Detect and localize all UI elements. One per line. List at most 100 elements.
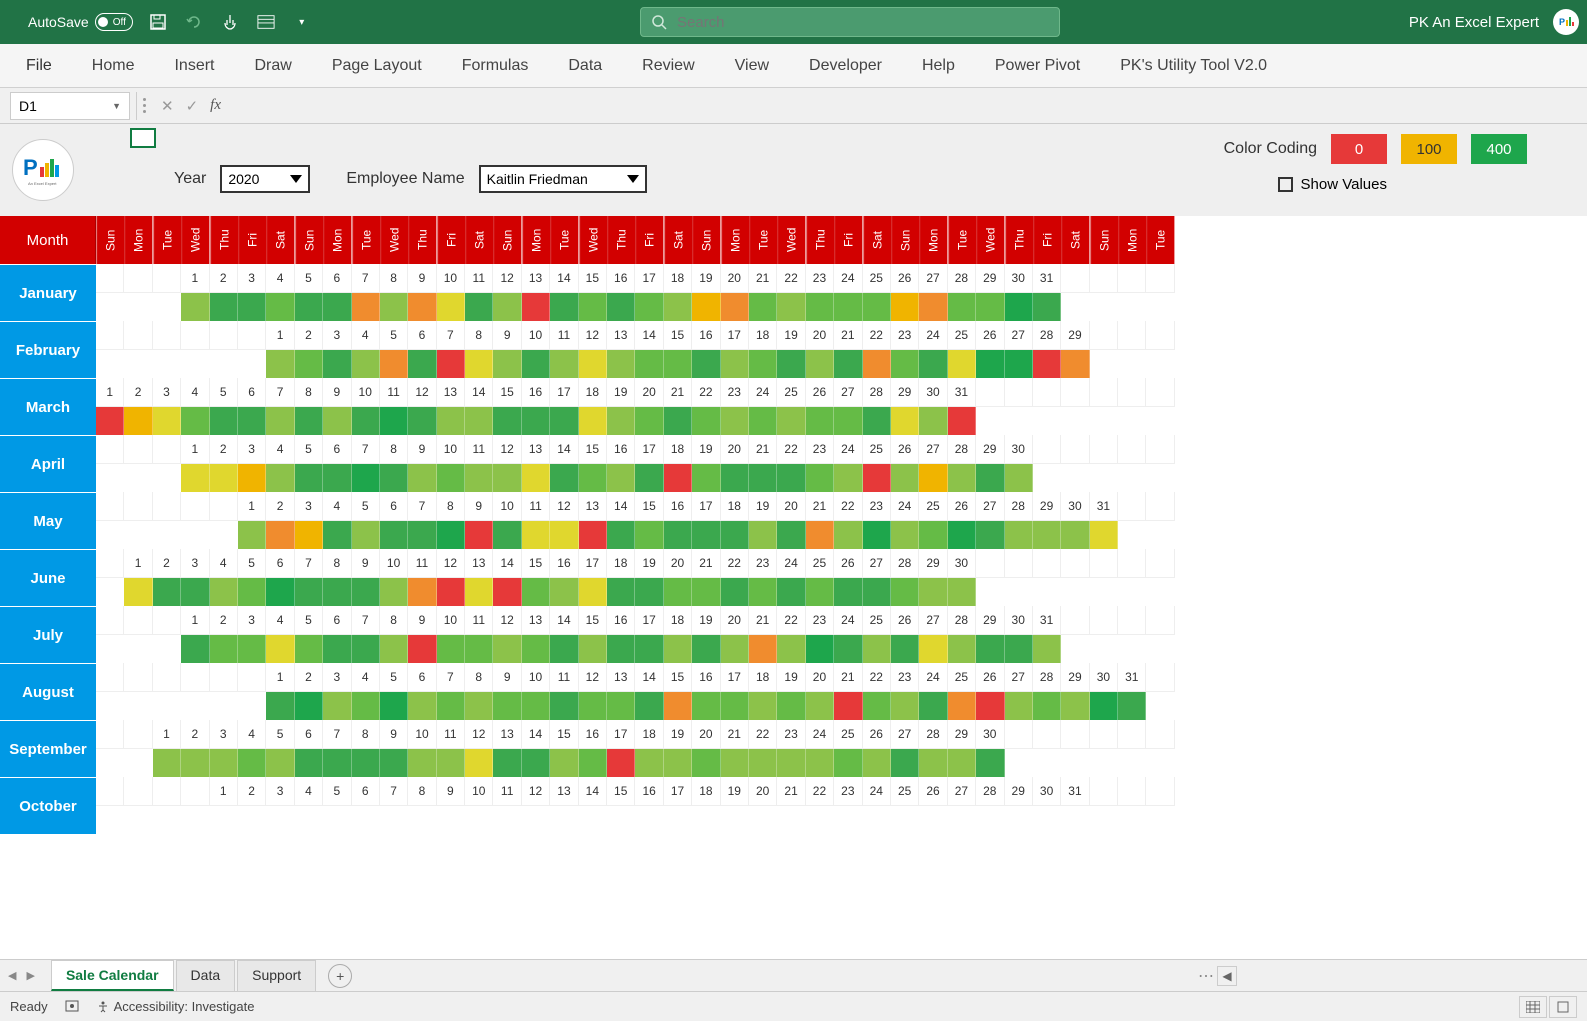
day-cell[interactable]: [295, 749, 323, 778]
day-cell[interactable]: [408, 293, 436, 322]
day-cell[interactable]: [380, 521, 408, 550]
day-number[interactable]: [1090, 720, 1118, 749]
day-cell[interactable]: [323, 407, 351, 436]
day-cell[interactable]: [806, 407, 834, 436]
day-cell[interactable]: [465, 350, 493, 379]
day-cell[interactable]: [749, 293, 777, 322]
day-cell[interactable]: [664, 635, 692, 664]
day-number[interactable]: 30: [948, 549, 976, 578]
day-cell[interactable]: [210, 350, 238, 379]
day-number[interactable]: 4: [323, 492, 351, 521]
day-number[interactable]: 16: [607, 264, 635, 293]
day-number[interactable]: 16: [692, 663, 720, 692]
day-cell[interactable]: [664, 806, 692, 835]
day-number[interactable]: 26: [919, 777, 947, 806]
day-cell[interactable]: [579, 521, 607, 550]
day-cell[interactable]: [124, 464, 152, 493]
day-cell[interactable]: [891, 806, 919, 835]
day-number[interactable]: 4: [238, 720, 266, 749]
day-number[interactable]: 30: [1061, 492, 1089, 521]
day-number[interactable]: 3: [295, 492, 323, 521]
day-number[interactable]: 6: [408, 663, 436, 692]
day-number[interactable]: [96, 264, 124, 293]
day-number[interactable]: [1005, 720, 1033, 749]
day-cell[interactable]: [777, 635, 805, 664]
day-cell[interactable]: [664, 692, 692, 721]
day-number[interactable]: 27: [919, 435, 947, 464]
day-cell[interactable]: [1146, 692, 1174, 721]
add-sheet-button[interactable]: +: [328, 964, 352, 988]
tab-prev-icon[interactable]: ◀: [4, 965, 20, 986]
day-cell[interactable]: [124, 806, 152, 835]
day-cell[interactable]: [806, 806, 834, 835]
day-cell[interactable]: [834, 749, 862, 778]
day-cell[interactable]: [891, 464, 919, 493]
day-cell[interactable]: [579, 578, 607, 607]
day-number[interactable]: 20: [664, 549, 692, 578]
day-cell[interactable]: [1118, 407, 1146, 436]
day-number[interactable]: 13: [607, 321, 635, 350]
day-cell[interactable]: [181, 407, 209, 436]
day-cell[interactable]: [1005, 578, 1033, 607]
day-cell[interactable]: [522, 464, 550, 493]
day-cell[interactable]: [891, 692, 919, 721]
day-cell[interactable]: [1061, 350, 1089, 379]
sheet-tab-sale-calendar[interactable]: Sale Calendar: [51, 960, 174, 991]
day-number[interactable]: 14: [550, 264, 578, 293]
day-cell[interactable]: [1005, 350, 1033, 379]
name-box-dropdown-icon[interactable]: ▼: [112, 101, 121, 111]
day-number[interactable]: 5: [238, 549, 266, 578]
day-number[interactable]: 23: [863, 492, 891, 521]
day-cell[interactable]: [210, 578, 238, 607]
day-number[interactable]: 16: [635, 777, 663, 806]
day-cell[interactable]: [834, 692, 862, 721]
day-cell[interactable]: [1033, 464, 1061, 493]
day-cell[interactable]: [1033, 293, 1061, 322]
day-number[interactable]: 15: [607, 777, 635, 806]
undo-icon[interactable]: [185, 13, 203, 31]
day-cell[interactable]: [238, 407, 266, 436]
save-icon[interactable]: [149, 13, 167, 31]
day-number[interactable]: 21: [749, 606, 777, 635]
day-number[interactable]: 16: [522, 378, 550, 407]
day-number[interactable]: 31: [1061, 777, 1089, 806]
day-number[interactable]: 9: [408, 606, 436, 635]
day-cell[interactable]: [465, 692, 493, 721]
day-number[interactable]: 11: [465, 606, 493, 635]
day-number[interactable]: 9: [408, 435, 436, 464]
day-number[interactable]: 26: [976, 663, 1004, 692]
day-number[interactable]: [1090, 606, 1118, 635]
day-cell[interactable]: [408, 749, 436, 778]
day-number[interactable]: 19: [749, 492, 777, 521]
day-number[interactable]: 28: [976, 777, 1004, 806]
day-number[interactable]: [1146, 663, 1174, 692]
day-cell[interactable]: [522, 521, 550, 550]
day-number[interactable]: 14: [522, 720, 550, 749]
day-cell[interactable]: [323, 692, 351, 721]
day-cell[interactable]: [863, 635, 891, 664]
day-cell[interactable]: [266, 293, 294, 322]
day-number[interactable]: 12: [493, 606, 521, 635]
day-number[interactable]: 20: [806, 321, 834, 350]
day-cell[interactable]: [1061, 578, 1089, 607]
day-cell[interactable]: [465, 578, 493, 607]
day-number[interactable]: 12: [465, 720, 493, 749]
day-cell[interactable]: [976, 692, 1004, 721]
day-cell[interactable]: [522, 350, 550, 379]
day-cell[interactable]: [749, 464, 777, 493]
day-number[interactable]: 1: [181, 606, 209, 635]
sheet-tab-support[interactable]: Support: [237, 960, 316, 991]
day-number[interactable]: 28: [1033, 321, 1061, 350]
day-number[interactable]: 7: [266, 378, 294, 407]
day-number[interactable]: 18: [635, 720, 663, 749]
day-cell[interactable]: [1061, 407, 1089, 436]
day-cell[interactable]: [181, 293, 209, 322]
day-number[interactable]: 5: [210, 378, 238, 407]
day-cell[interactable]: [352, 635, 380, 664]
day-number[interactable]: 25: [948, 321, 976, 350]
day-cell[interactable]: [1146, 806, 1174, 835]
day-cell[interactable]: [919, 521, 947, 550]
day-number[interactable]: 24: [834, 435, 862, 464]
day-number[interactable]: 2: [181, 720, 209, 749]
day-number[interactable]: [124, 663, 152, 692]
